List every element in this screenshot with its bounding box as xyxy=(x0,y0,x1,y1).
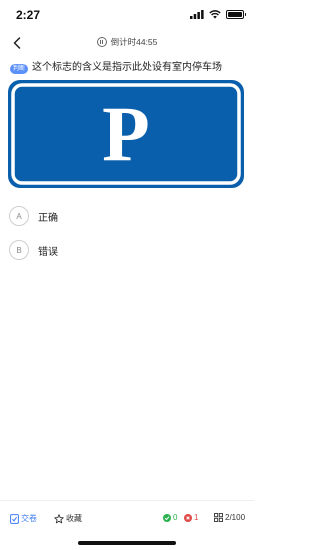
wifi-icon xyxy=(209,10,221,19)
timer-label: 倒计时44:55 xyxy=(110,37,158,47)
question: 判断 这个标志的含义是指示此处设有室内停车场 xyxy=(10,61,250,75)
sign-letter: P xyxy=(102,90,150,177)
home-indicator[interactable] xyxy=(78,541,176,545)
question-text: 这个标志的含义是指示此处设有室内停车场 xyxy=(32,62,223,73)
correct-count-value: 0 xyxy=(173,513,178,522)
wrong-count-value: 1 xyxy=(194,513,199,522)
signal-icon xyxy=(190,10,204,19)
status-bar: 2:27 xyxy=(0,0,254,30)
star-icon xyxy=(54,513,64,523)
favorite-button[interactable]: 收藏 xyxy=(54,513,82,524)
progress-value: 2/100 xyxy=(225,513,246,522)
option-a-label: 正确 xyxy=(38,212,58,224)
nav-bar: 倒计时44:55 xyxy=(0,30,254,56)
option-b[interactable]: B 错误 xyxy=(9,240,249,260)
favorite-label: 收藏 xyxy=(66,514,82,523)
status-icons xyxy=(190,10,246,19)
submit-icon xyxy=(10,513,19,524)
correct-count: 0 xyxy=(163,513,177,522)
status-time: 2:27 xyxy=(16,8,41,22)
submit-exam-button[interactable]: 交卷 xyxy=(10,513,37,524)
battery-icon xyxy=(226,10,246,19)
bottom-bar: 交卷 收藏 0 1 2/100 xyxy=(0,500,254,534)
x-circle-icon xyxy=(184,513,192,522)
pause-icon xyxy=(96,37,107,47)
question-progress-button[interactable]: 2/100 xyxy=(214,513,245,522)
parking-sign-image: P xyxy=(8,80,244,188)
check-circle-icon xyxy=(163,513,171,522)
countdown-timer[interactable]: 倒计时44:55 xyxy=(0,36,254,48)
grid-icon xyxy=(214,513,223,522)
option-b-key: B xyxy=(9,240,29,260)
option-a[interactable]: A 正确 xyxy=(9,206,249,226)
option-b-label: 错误 xyxy=(38,246,58,258)
submit-label: 交卷 xyxy=(21,514,37,523)
question-type-badge: 判断 xyxy=(10,64,29,74)
wrong-count: 1 xyxy=(184,513,198,522)
option-a-key: A xyxy=(9,206,29,226)
